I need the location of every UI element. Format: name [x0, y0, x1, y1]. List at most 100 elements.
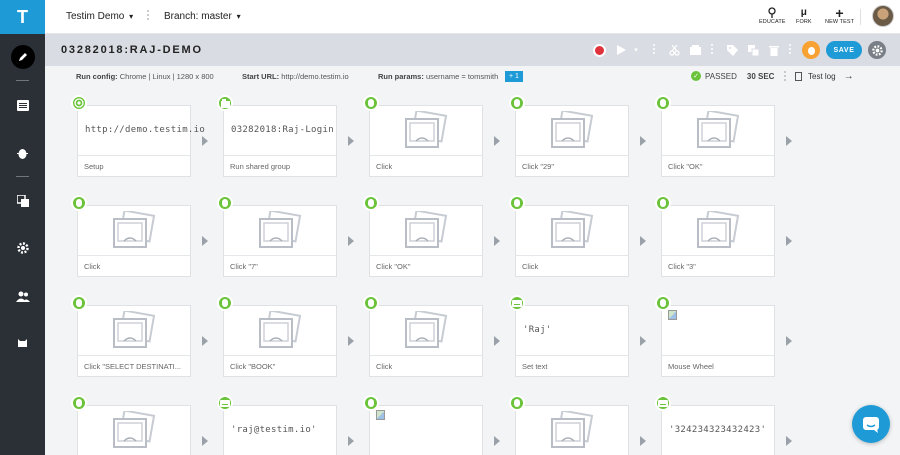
bug-icon [17, 149, 28, 159]
sidebar-item-test-list[interactable] [0, 90, 45, 120]
group-button[interactable] [688, 43, 702, 57]
branch-selector[interactable]: Branch: master ▾ [164, 11, 241, 22]
step-connector-arrow[interactable] [348, 136, 354, 146]
step-connector-arrow[interactable] [202, 236, 208, 246]
step-connector-arrow[interactable] [640, 336, 646, 346]
report-bug-button[interactable] [802, 41, 820, 59]
mouse-icon [655, 195, 671, 211]
sidebar-divider [16, 80, 29, 81]
start-url[interactable]: Start URL: http://demo.testim.io [242, 72, 349, 81]
mouse-icon [509, 195, 525, 211]
label-button[interactable] [725, 43, 739, 57]
step-card[interactable]: Click "29" [515, 105, 629, 177]
step-card[interactable] [77, 405, 191, 455]
step-connector-arrow[interactable] [202, 136, 208, 146]
step-card[interactable]: Click [515, 205, 629, 277]
sidebar-item-editor[interactable] [0, 42, 45, 72]
broken-image-icon [370, 406, 482, 455]
record-button[interactable] [592, 43, 606, 57]
mouse-icon [71, 395, 87, 411]
step-card[interactable]: Click "OK" [369, 205, 483, 277]
step-connector-arrow[interactable] [494, 136, 500, 146]
run-config[interactable]: Run config: Chrome | Linux | 1280 x 800 [76, 72, 214, 81]
step-card[interactable]: Click "BOOK" [223, 305, 337, 377]
branch-label: Branch: master [164, 11, 232, 22]
step-connector-arrow[interactable] [640, 436, 646, 446]
step-card[interactable]: Click [369, 305, 483, 377]
pin-icon [768, 6, 776, 19]
test-log-link[interactable]: Test log → [795, 71, 854, 82]
step-card[interactable]: http://demo.testim.io Setup [77, 105, 205, 177]
delete-button[interactable] [767, 43, 781, 57]
copy-icon [747, 44, 759, 56]
mouse-icon [217, 195, 233, 211]
chevron-down-icon: ▾ [634, 47, 638, 54]
step-connector-arrow[interactable] [494, 436, 500, 446]
play-options-dropdown[interactable]: ▾ [629, 43, 643, 57]
test-settings-button[interactable] [868, 41, 886, 59]
step-card[interactable]: Click "7" [223, 205, 337, 277]
step-card[interactable]: 'Raj' Set text [515, 305, 629, 377]
step-connector-arrow[interactable] [202, 336, 208, 346]
step-card[interactable]: Click "OK" [661, 105, 775, 177]
run-params[interactable]: Run params: username = tomsmith [378, 72, 498, 81]
save-button[interactable]: SAVE [826, 41, 862, 59]
sidebar-item-github[interactable] [0, 328, 45, 358]
pencil-icon [10, 45, 35, 69]
step-card[interactable]: 'raj@testim.io' [223, 405, 337, 455]
test-name[interactable]: 03282018:RAJ-DEMO [61, 44, 203, 56]
run-info-row: Run config: Chrome | Linux | 1280 x 800 … [45, 66, 900, 86]
step-card[interactable]: 03282018:Raj-Login Run shared group [223, 105, 337, 177]
sidebar-item-runs[interactable] [0, 186, 45, 216]
step-description: Click "3" [662, 255, 774, 276]
sidebar-item-settings[interactable] [0, 233, 45, 263]
screenshot-placeholder-icon [78, 206, 190, 255]
gear-icon [16, 242, 29, 254]
step-card[interactable]: Mouse Wheel [661, 305, 775, 377]
sidebar-item-team[interactable] [0, 281, 45, 311]
user-avatar[interactable] [872, 5, 894, 27]
sidebar-item-bugs[interactable] [0, 138, 45, 168]
step-value: 03282018:Raj-Login [231, 125, 334, 135]
step-preview: '324234323432423' [662, 406, 774, 455]
step-value: 'Raj' [523, 325, 552, 335]
step-connector-arrow[interactable] [786, 136, 792, 146]
step-connector-arrow[interactable] [348, 336, 354, 346]
duplicate-button[interactable] [746, 43, 760, 57]
play-button[interactable] [614, 43, 628, 57]
top-bar: Testim Demo ▾ Branch: master ▾ EDUCATE μ… [45, 0, 900, 34]
step-connector-arrow[interactable] [640, 136, 646, 146]
project-selector[interactable]: Testim Demo ▾ [66, 11, 133, 22]
step-connector-arrow[interactable] [786, 436, 792, 446]
run-params-more-badge[interactable]: + 1 [505, 71, 523, 82]
step-card[interactable]: Click [77, 205, 191, 277]
screenshot-placeholder-icon [662, 206, 774, 255]
chat-support-button[interactable] [852, 405, 890, 443]
project-name: Testim Demo [66, 11, 125, 22]
cut-button[interactable] [667, 43, 681, 57]
vertical-dots-divider [147, 10, 149, 24]
step-card[interactable]: '324234323432423' [661, 405, 775, 455]
step-connector-arrow[interactable] [202, 436, 208, 446]
step-connector-arrow[interactable] [786, 236, 792, 246]
status-label: PASSED [705, 71, 737, 81]
step-card[interactable] [515, 405, 629, 455]
educate-button[interactable]: EDUCATE [759, 6, 786, 25]
fork-button[interactable]: μ FORK [796, 6, 812, 25]
step-card[interactable]: Click "3" [661, 205, 775, 277]
broken-image-icon [376, 410, 385, 420]
run-status: ✓ PASSED 30 SEC [691, 71, 774, 81]
step-connector-arrow[interactable] [640, 236, 646, 246]
step-connector-arrow[interactable] [494, 236, 500, 246]
step-connector-arrow[interactable] [348, 236, 354, 246]
step-card[interactable]: Click "SELECT DESTINATI... [77, 305, 191, 377]
step-connector-arrow[interactable] [348, 436, 354, 446]
new-test-button[interactable]: + NEW TEST [825, 5, 854, 26]
step-connector-arrow[interactable] [494, 336, 500, 346]
step-card[interactable] [369, 405, 483, 455]
step-connector-arrow[interactable] [786, 336, 792, 346]
testim-logo[interactable]: T [0, 0, 45, 34]
bug-icon [807, 47, 815, 55]
step-description: Click [516, 255, 628, 276]
step-card[interactable]: Click [369, 105, 483, 177]
